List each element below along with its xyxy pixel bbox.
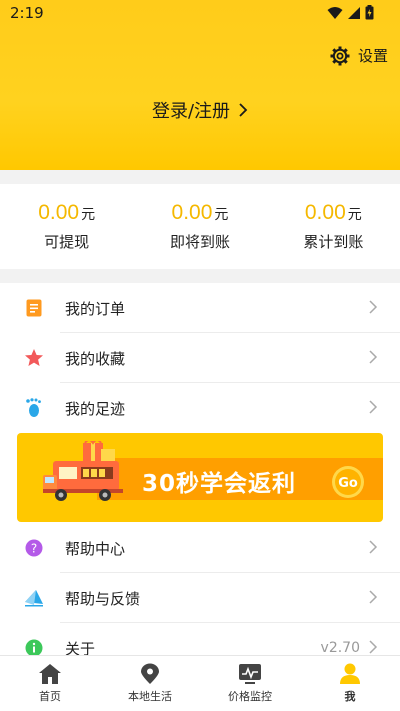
earnings-label: 即将到账: [169, 233, 230, 251]
menu-item-label: 帮助中心: [65, 539, 126, 558]
earnings-label: 可提现: [44, 233, 90, 251]
menu-item-label: 我的订单: [65, 299, 126, 318]
menu-item-history[interactable]: 我的足迹: [0, 383, 400, 433]
paper-plane-icon: [24, 588, 44, 608]
chevron-right-icon: [239, 103, 248, 117]
tab-label: 本地生活: [128, 690, 172, 703]
menu-item-feedback[interactable]: 帮助与反馈: [0, 573, 400, 623]
tab-label: 价格监控: [228, 690, 272, 703]
menu-item-help-center[interactable]: ? 帮助中心: [0, 523, 400, 573]
go-button-label: Go: [338, 476, 358, 491]
login-register-label: 登录/注册: [151, 101, 231, 122]
tab-label: 首页: [39, 690, 61, 703]
chevron-right-icon: [369, 350, 378, 364]
monitor-chart-icon: [239, 664, 261, 684]
menu-item-label: 帮助与反馈: [65, 589, 141, 608]
chevron-right-icon: [369, 640, 378, 654]
app-version: v2.70: [320, 640, 360, 656]
earnings-total[interactable]: 0.00 元 累计到账: [267, 184, 400, 269]
earnings-unit: 元: [81, 207, 96, 223]
settings-button[interactable]: 设置: [330, 45, 388, 66]
earnings-pending[interactable]: 0.00 元 即将到账: [133, 184, 266, 269]
status-icons: [327, 5, 374, 20]
tab-label: 我: [344, 690, 356, 703]
status-bar: 2:19: [0, 0, 400, 28]
menu-item-label: 我的足迹: [65, 399, 126, 418]
tab-price-monitor[interactable]: 价格监控: [200, 656, 300, 711]
home-icon: [39, 664, 61, 684]
rebate-tutorial-banner[interactable]: 30秒学会返利: [17, 433, 383, 522]
person-icon: [340, 663, 360, 684]
footprint-icon: [24, 398, 44, 418]
earnings-label: 累计到账: [303, 233, 364, 251]
menu-item-orders[interactable]: 我的订单: [0, 283, 400, 333]
status-time: 2:19: [10, 4, 44, 22]
profile-header: 2:19 设置 登录/注册: [0, 0, 400, 170]
chevron-right-icon: [369, 300, 378, 314]
wifi-icon: [327, 6, 343, 19]
tab-me[interactable]: 我: [300, 656, 400, 711]
question-icon: ?: [24, 538, 44, 558]
earnings-summary: 0.00 元 可提现 0.00 元 即将到账 0.00 元 累计到账: [0, 184, 400, 269]
tab-home[interactable]: 首页: [0, 656, 100, 711]
login-register-button[interactable]: 登录/注册: [0, 97, 400, 123]
chevron-right-icon: [369, 590, 378, 604]
settings-label: 设置: [357, 47, 388, 65]
banner-text: 30秒学会返利: [142, 471, 297, 497]
chevron-right-icon: [369, 400, 378, 414]
battery-icon: [365, 5, 374, 20]
order-icon: [24, 298, 44, 318]
earnings-unit: 元: [214, 207, 229, 223]
earnings-unit: 元: [347, 207, 362, 223]
tab-local-life[interactable]: 本地生活: [100, 656, 200, 711]
chevron-right-icon: [369, 540, 378, 554]
earnings-amount: 0.00: [304, 201, 346, 224]
gear-icon: [330, 46, 350, 65]
earnings-withdrawable[interactable]: 0.00 元 可提现: [0, 184, 133, 269]
menu-item-favorites[interactable]: 我的收藏: [0, 333, 400, 383]
earnings-value: 0.00 元: [305, 201, 362, 225]
bottom-tab-bar: 首页 本地生活 价格监控 我: [0, 655, 400, 711]
cellular-signal-icon: [348, 6, 360, 19]
earnings-amount: 0.00: [38, 201, 80, 224]
earnings-amount: 0.00: [171, 201, 213, 224]
earnings-value: 0.00 元: [38, 201, 95, 225]
earnings-value: 0.00 元: [172, 201, 229, 225]
star-icon: [24, 348, 44, 368]
svg-text:?: ?: [31, 542, 37, 556]
go-button-icon[interactable]: Go: [331, 465, 365, 499]
location-pin-icon: [141, 663, 159, 684]
food-truck-icon: [43, 441, 123, 501]
menu-item-label: 我的收藏: [65, 349, 126, 368]
